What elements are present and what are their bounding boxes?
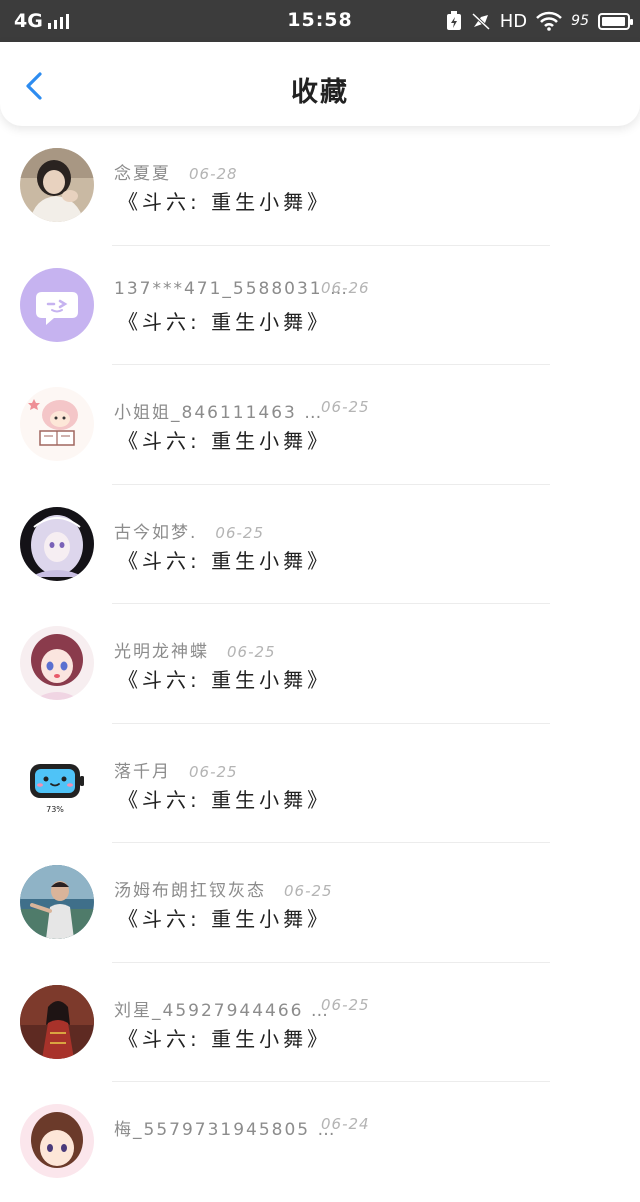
wifi-icon xyxy=(536,11,563,31)
post-date: 06-24 xyxy=(321,1115,370,1133)
list-item[interactable]: 73% 落千月 06-25 《斗六: 重生小舞》 xyxy=(0,724,640,843)
post-title[interactable]: 《斗六: 重生小舞》 xyxy=(118,306,331,335)
avatar[interactable] xyxy=(20,267,94,342)
list-item[interactable]: 光明龙神蝶 06-25 《斗六: 重生小舞》 xyxy=(0,604,640,724)
charging-icon xyxy=(446,11,461,30)
avatar[interactable] xyxy=(20,1104,94,1178)
user-name[interactable]: 念夏夏 xyxy=(114,159,171,184)
list-item[interactable]: 刘星_45927944466 … 06-25 《斗六: 重生小舞》 xyxy=(0,963,640,1082)
list-item[interactable]: 念夏夏 06-28 《斗六: 重生小舞》 xyxy=(0,126,640,246)
status-bar: 4G 15:58 HD 95 xyxy=(0,0,640,42)
page-title: 收藏 xyxy=(291,77,349,108)
user-name[interactable]: 梅_5579731945805 … xyxy=(114,1115,337,1140)
post-date: 06-26 xyxy=(321,278,370,297)
navigation-header: 收藏 xyxy=(0,42,640,126)
list-item[interactable]: 汤姆布朗扛钗灰态 06-25 《斗六: 重生小舞》 xyxy=(0,843,640,963)
list-item[interactable]: 梅_5579731945805 … 06-24 xyxy=(0,1082,640,1202)
avatar[interactable] xyxy=(20,984,94,1059)
user-name[interactable]: 刘星_45927944466 … xyxy=(114,996,330,1021)
post-date: 06-28 xyxy=(189,165,238,183)
post-title[interactable]: 《斗六: 重生小舞》 xyxy=(118,545,331,574)
post-date: 06-25 xyxy=(284,882,333,900)
user-name[interactable]: 光明龙神蝶 xyxy=(114,637,209,662)
list-item[interactable]: 137***471_5588031 … 06-26 《斗六: 重生小舞》 xyxy=(0,246,640,365)
avatar[interactable] xyxy=(20,148,94,222)
battery-percent: 95 xyxy=(571,13,589,29)
status-icons: HD 95 xyxy=(446,8,633,34)
avatar-caption: 73% xyxy=(46,805,64,814)
post-date: 06-25 xyxy=(321,398,370,416)
user-name[interactable]: 汤姆布朗扛钗灰态 xyxy=(114,876,266,901)
avatar[interactable] xyxy=(20,387,94,461)
post-title[interactable]: 《斗六: 重生小舞》 xyxy=(118,903,331,932)
user-name[interactable]: 小姐姐_846111463 … xyxy=(114,398,323,423)
avatar[interactable]: 73% xyxy=(20,745,94,820)
post-date: 06-25 xyxy=(189,762,238,781)
mute-icon xyxy=(471,12,490,31)
list-item[interactable]: 古今如梦. 06-25 《斗六: 重生小舞》 xyxy=(0,485,640,604)
user-name[interactable]: 137***471_5588031 … xyxy=(114,279,349,299)
post-date: 06-25 xyxy=(321,995,370,1014)
post-title[interactable]: 《斗六: 重生小舞》 xyxy=(118,425,331,454)
post-title[interactable]: 《斗六: 重生小舞》 xyxy=(118,784,331,813)
user-name[interactable]: 古今如梦. xyxy=(114,518,197,543)
avatar[interactable] xyxy=(20,626,94,700)
post-title[interactable]: 《斗六: 重生小舞》 xyxy=(118,186,331,215)
battery-icon xyxy=(598,12,633,30)
post-title[interactable]: 《斗六: 重生小舞》 xyxy=(118,1023,331,1052)
avatar[interactable] xyxy=(20,865,94,939)
post-title[interactable]: 《斗六: 重生小舞》 xyxy=(118,664,331,693)
list-item[interactable]: 小姐姐_846111463 … 06-25 《斗六: 重生小舞》 xyxy=(0,365,640,485)
hd-label: HD xyxy=(499,10,528,32)
post-date: 06-25 xyxy=(227,643,276,661)
user-name[interactable]: 落千月 xyxy=(114,757,171,782)
favorites-list: 念夏夏 06-28 《斗六: 重生小舞》 137***471_5588031 … 0… xyxy=(0,126,640,1202)
avatar[interactable] xyxy=(20,506,94,581)
post-date: 06-25 xyxy=(215,523,264,542)
